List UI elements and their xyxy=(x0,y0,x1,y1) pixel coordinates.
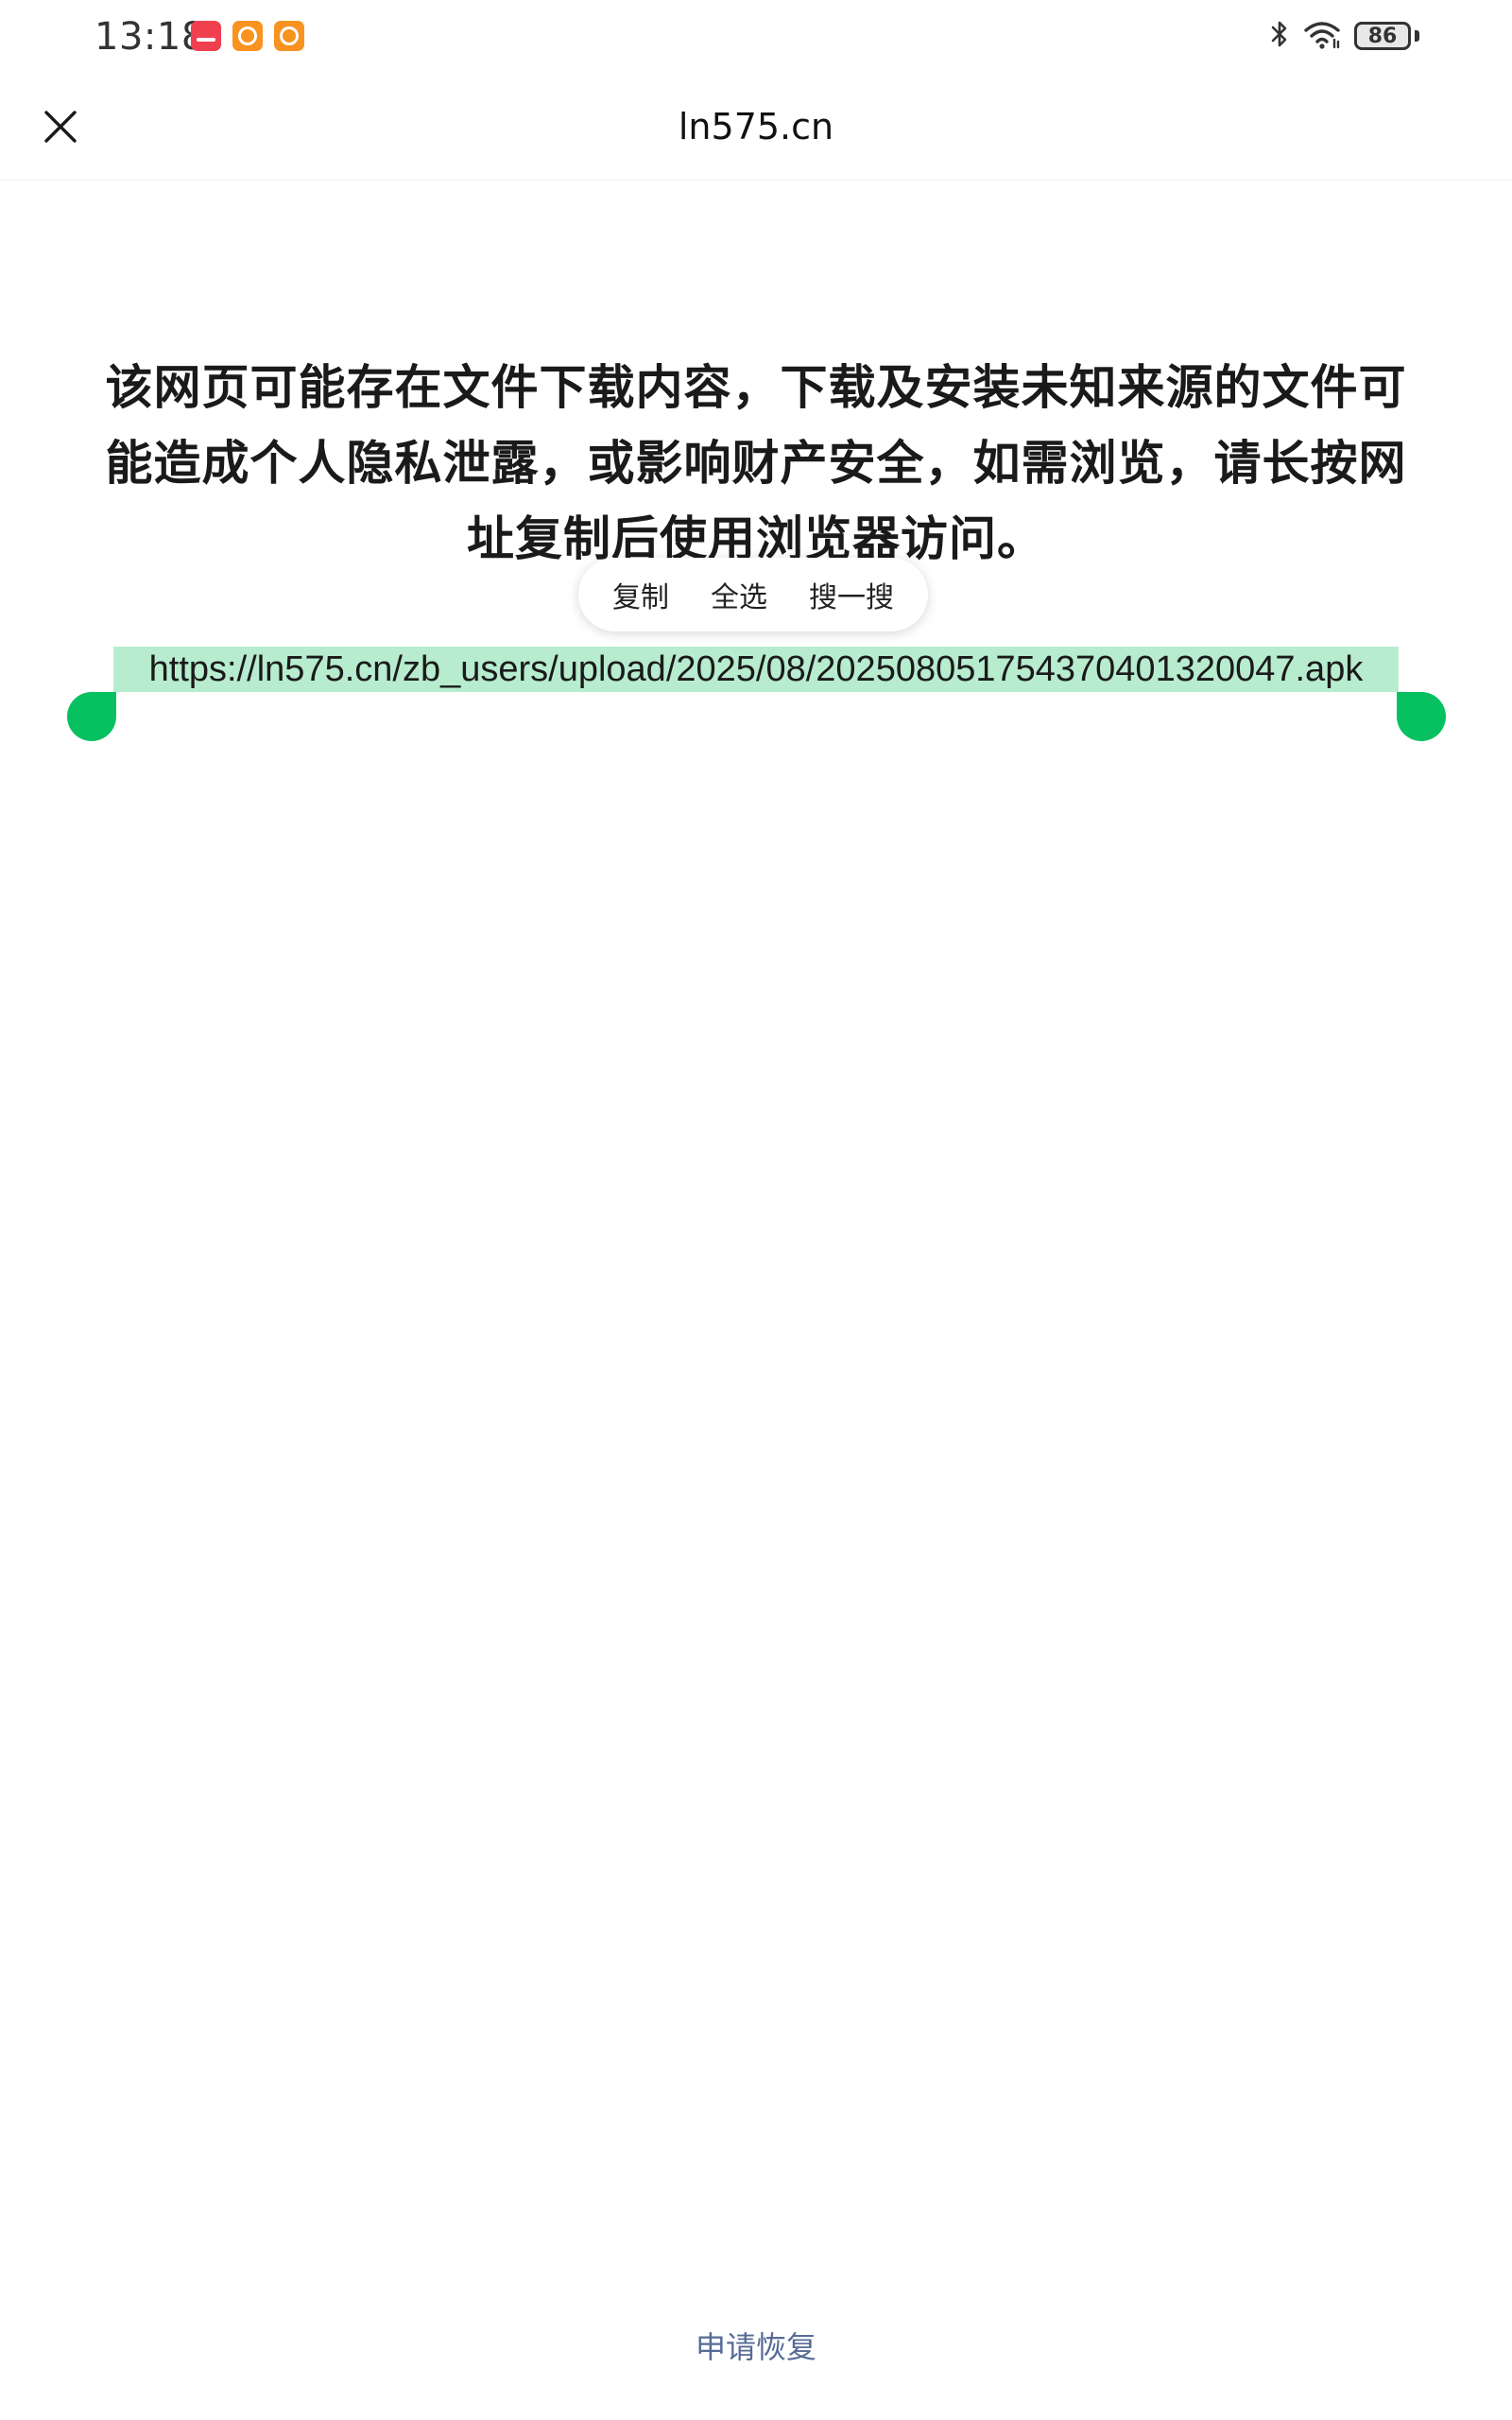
huawei-app-icon xyxy=(191,21,221,51)
warning-message: 该网页可能存在文件下载内容，下载及安装未知来源的文件可能造成个人隐私泄露，或影响… xyxy=(105,360,1407,566)
download-url[interactable]: https://ln575.cn/zb_users/upload/2025/08… xyxy=(149,649,1364,690)
text-selection-menu: 复制 全选 搜一搜 xyxy=(578,558,928,631)
url-selection[interactable]: https://ln575.cn/zb_users/upload/2025/08… xyxy=(113,647,1399,692)
bluetooth-icon xyxy=(1269,19,1290,53)
wifi-icon xyxy=(1303,19,1341,53)
search-button[interactable]: 搜一搜 xyxy=(801,564,902,625)
selection-handle-start[interactable] xyxy=(67,692,116,741)
select-all-button[interactable]: 全选 xyxy=(703,564,775,625)
request-restore-link[interactable]: 申请恢复 xyxy=(0,2324,1512,2367)
taobao-app-icon xyxy=(232,21,263,51)
taobao-app-icon xyxy=(274,21,304,51)
battery-icon: 86 xyxy=(1354,22,1411,50)
status-time: 13:18 xyxy=(94,15,206,59)
battery-tip xyxy=(1415,30,1419,42)
notification-icons xyxy=(191,21,304,51)
copy-button[interactable]: 复制 xyxy=(605,564,677,625)
page-title: ln575.cn xyxy=(678,106,834,147)
status-bar: 13:18 86 xyxy=(0,0,1512,76)
battery-level: 86 xyxy=(1367,24,1398,48)
system-icons: 86 xyxy=(1269,19,1419,53)
selection-handle-end[interactable] xyxy=(1397,692,1446,741)
nav-bar: ln575.cn xyxy=(0,76,1512,181)
